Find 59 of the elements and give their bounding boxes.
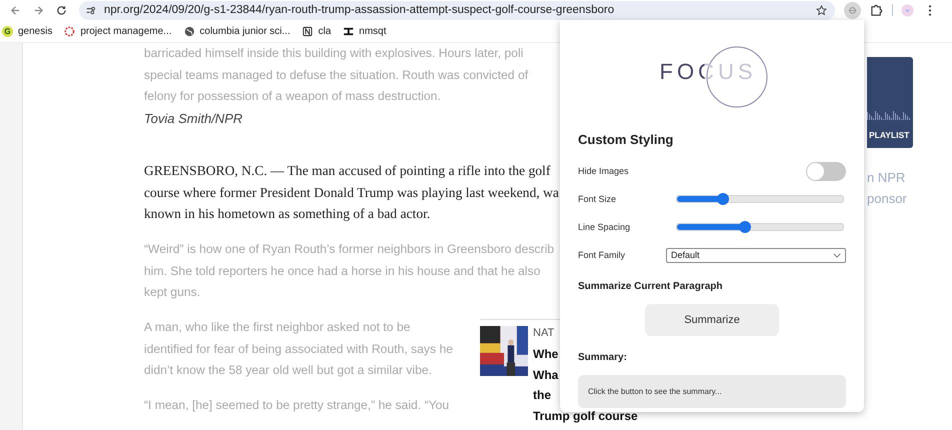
slider-thumb[interactable] bbox=[739, 221, 752, 233]
summary-label: Summary: bbox=[578, 352, 628, 363]
address-bar[interactable]: npr.org/2024/09/20/g-s1-23844/ryan-routh-trump-assassion-attempt-suspect-golf-course-greensboro bbox=[79, 0, 835, 20]
reload-icon[interactable] bbox=[56, 4, 67, 16]
puzzle-icon[interactable] bbox=[870, 4, 883, 16]
ring-icon bbox=[64, 26, 76, 36]
site-info-icon[interactable] bbox=[85, 4, 96, 16]
back-icon[interactable] bbox=[10, 4, 21, 16]
section-label: NAT bbox=[533, 326, 554, 341]
setting-label: Font Family bbox=[578, 250, 626, 260]
section-heading: Custom Styling bbox=[578, 132, 674, 147]
article-text: “I mean, [he] seemed to be pretty strange,” he said. “You bbox=[144, 397, 450, 414]
slider-track[interactable] bbox=[676, 223, 844, 231]
headline-text[interactable]: the bbox=[533, 385, 551, 406]
slider-track[interactable] bbox=[676, 195, 844, 203]
section-heading: Summarize Current Paragraph bbox=[578, 281, 724, 292]
article-text: A man, who like the first neighbor asked not to be bbox=[144, 319, 410, 336]
bookmark[interactable]: G genesis bbox=[2, 26, 52, 36]
article-text: course where former President Donald Trump was playing last weekend, wa bbox=[144, 184, 559, 202]
menu-icon[interactable] bbox=[928, 4, 932, 16]
article-text: “Weird” is how one of Ryan Routh’s former neighbors in Greensboro describ bbox=[144, 240, 554, 258]
extension-icon[interactable] bbox=[843, 0, 862, 20]
toggle-switch[interactable] bbox=[806, 162, 846, 180]
letter-icon: G bbox=[2, 26, 13, 36]
summarize-button[interactable]: Summarize bbox=[645, 304, 779, 336]
playlist-card[interactable]: PLAYLIST bbox=[867, 57, 913, 148]
beam-icon bbox=[343, 26, 354, 36]
slider-thumb[interactable] bbox=[717, 193, 730, 205]
article-text: Tovia Smith/NPR bbox=[144, 110, 242, 128]
setting-label: Line Spacing bbox=[578, 222, 632, 232]
sidebar-text: ponsor bbox=[867, 191, 908, 206]
article-text: special teams managed to defuse the situation. Routh was convicted of bbox=[144, 66, 528, 84]
forward-icon[interactable] bbox=[33, 4, 44, 16]
article-text: GREENSBORO, N.C. — The man accused of pointing a rifle into the golf bbox=[144, 162, 550, 180]
bookmark[interactable]: project manageme... bbox=[64, 26, 172, 36]
notion-icon bbox=[302, 26, 314, 36]
article-text: barricaded himself inside this building with explosives. Hours later, poli bbox=[144, 45, 524, 62]
article-text: kept guns. bbox=[144, 284, 200, 302]
headline-text[interactable]: Whe bbox=[533, 344, 558, 364]
headline-text[interactable]: Wha bbox=[533, 364, 558, 385]
summary-box: Click the button to see the summary... bbox=[578, 375, 846, 408]
article-text: didn’t know the 58 year old well but got a similar vibe. bbox=[144, 362, 432, 380]
article-text: him. She told reporters he once had a horse in his house and that he also bbox=[144, 262, 540, 280]
setting-label: Font Size bbox=[578, 194, 618, 204]
headline-text[interactable]: Trump golf course bbox=[533, 408, 638, 424]
bookmark[interactable]: columbia junior sci... bbox=[184, 26, 290, 36]
star-icon[interactable] bbox=[816, 4, 827, 16]
setting-label: Hide Images bbox=[578, 166, 630, 176]
article-text: identified for fear of being associated with Routh, says he bbox=[144, 340, 453, 358]
caret-icon bbox=[833, 252, 841, 258]
article-text: known in his hometown as something of a bad actor. bbox=[144, 205, 430, 224]
sidebar-text: n NPR bbox=[867, 170, 906, 185]
playlist-label: PLAYLIST bbox=[868, 130, 910, 140]
article-text: felony for possession of a weapon of mass destruction. bbox=[144, 88, 441, 106]
font-family-select[interactable]: Default bbox=[666, 248, 846, 262]
equalizer-drawing bbox=[867, 110, 911, 120]
bookmark[interactable]: nmsqt bbox=[343, 26, 386, 36]
globe-icon bbox=[184, 26, 195, 36]
bookmark[interactable]: cla bbox=[302, 26, 332, 36]
